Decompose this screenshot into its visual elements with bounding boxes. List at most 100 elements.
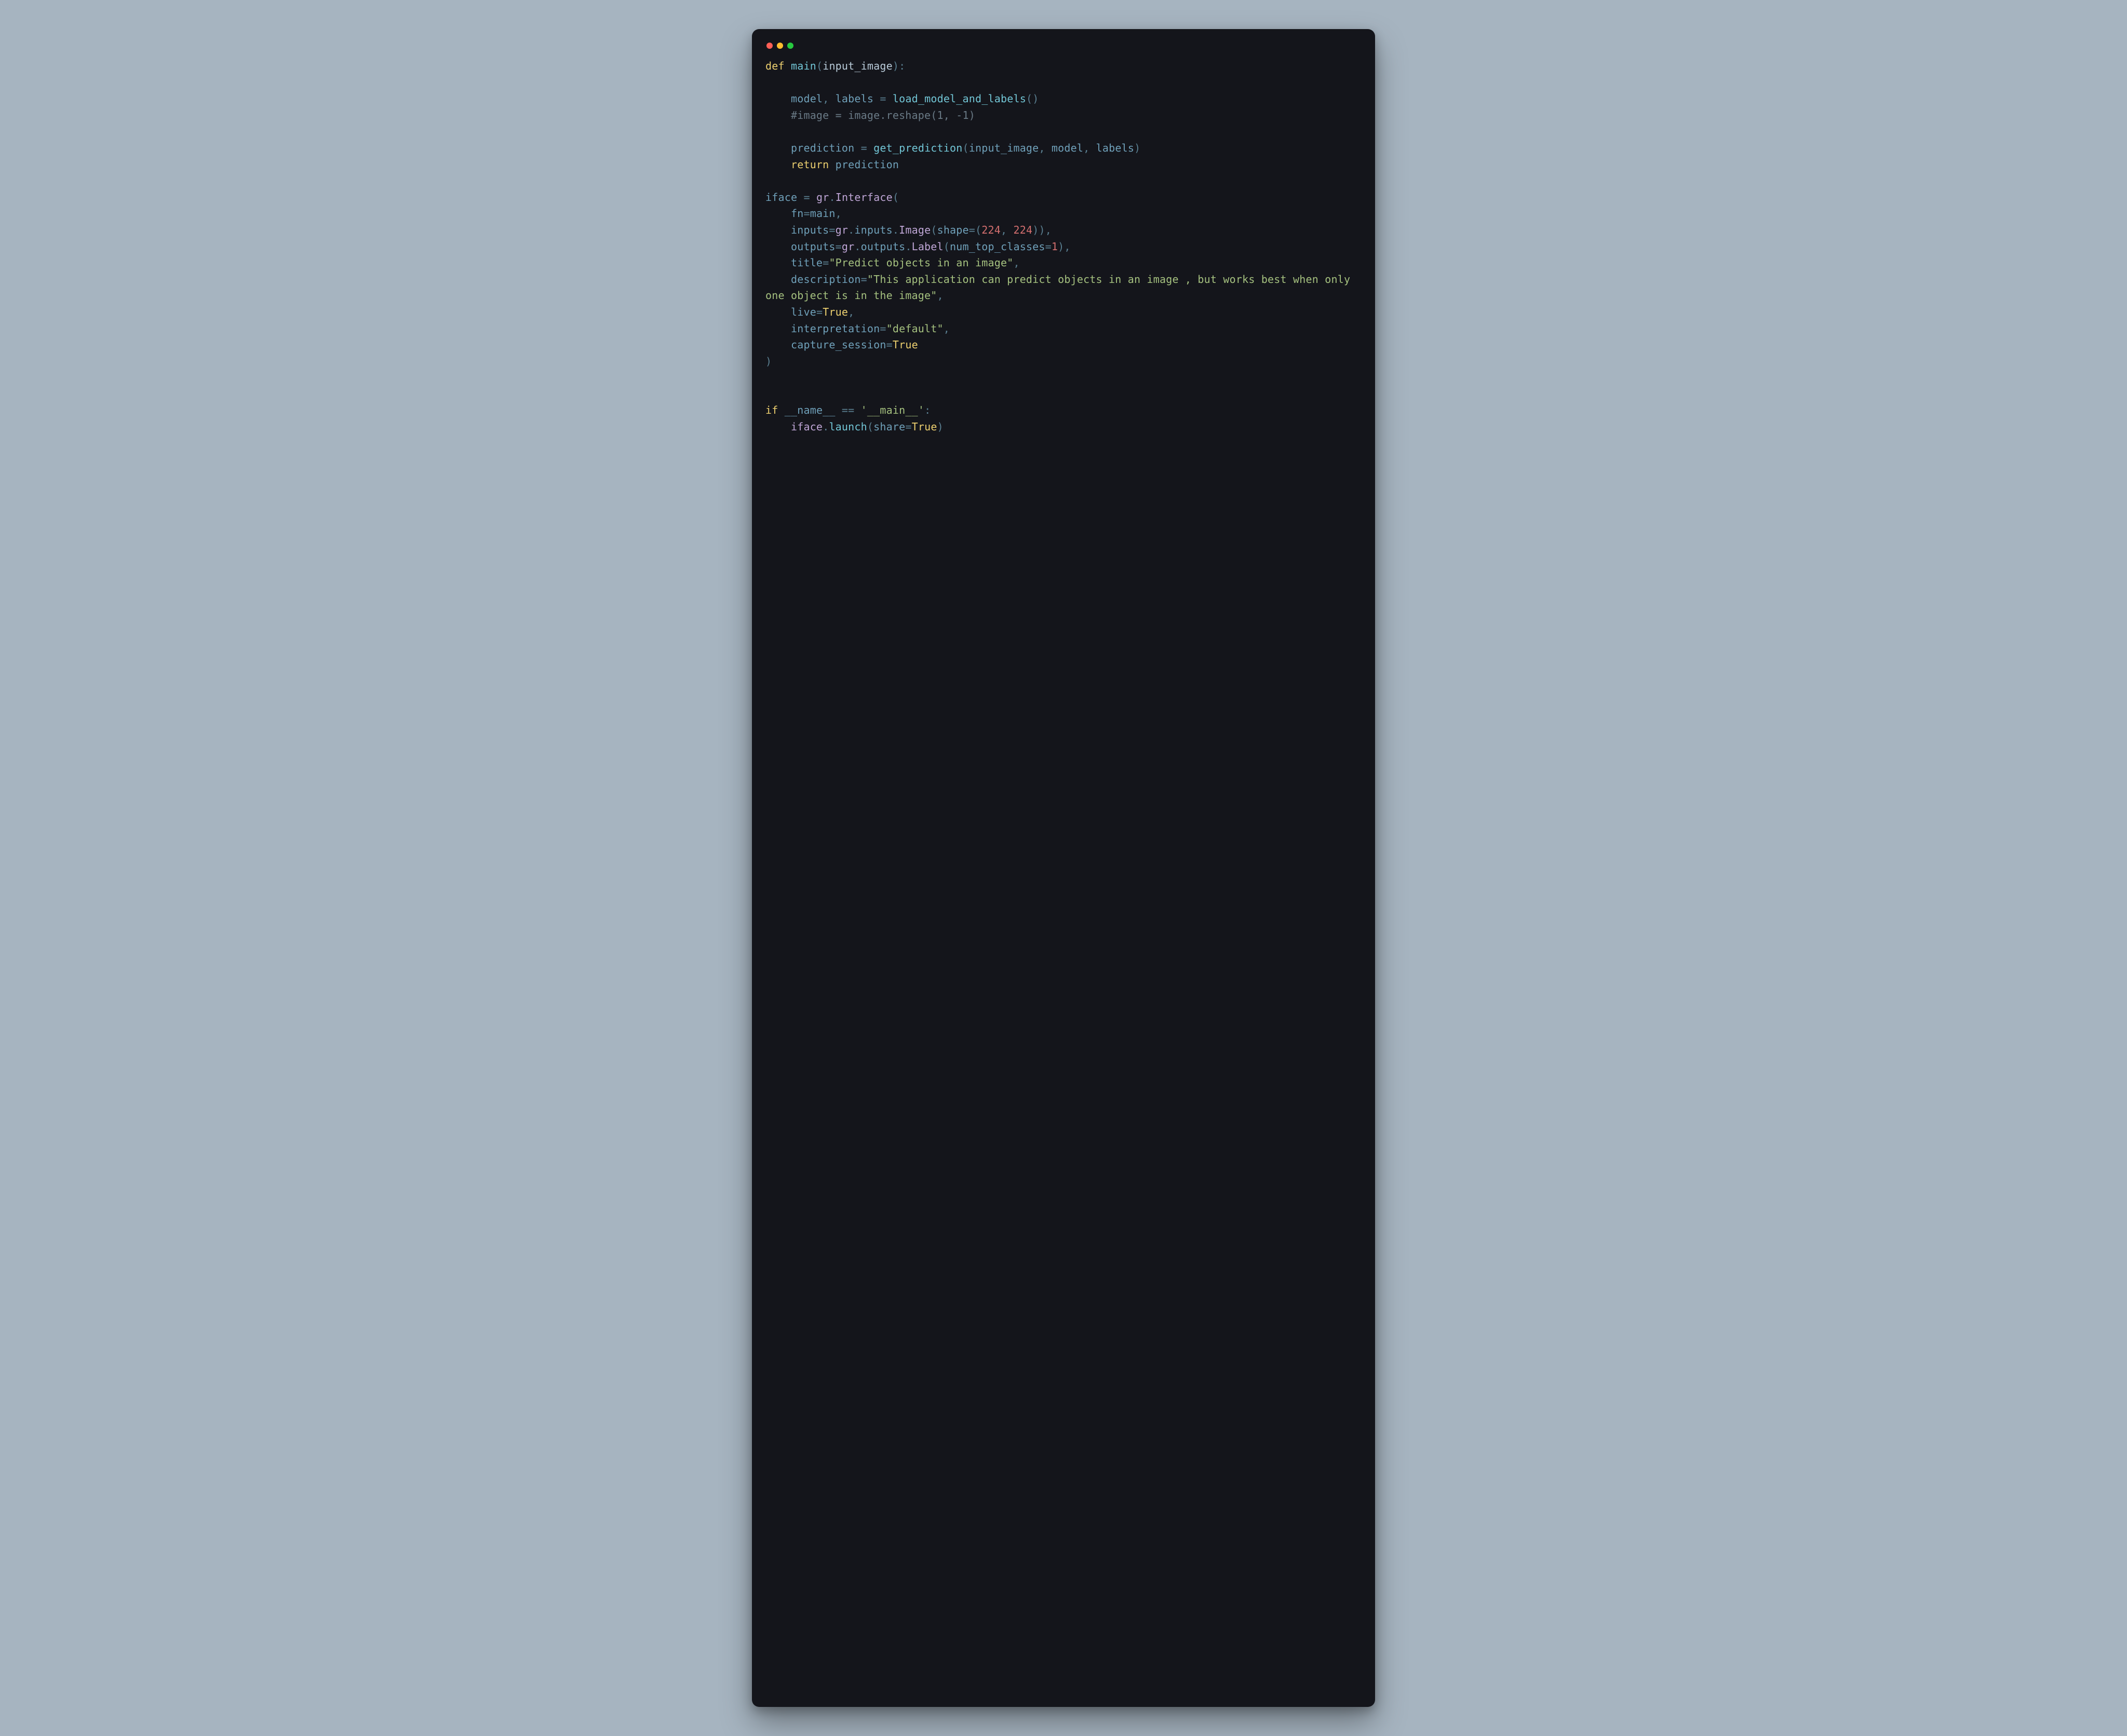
sym-dot: . xyxy=(829,191,835,204)
id-name: __name__ xyxy=(785,404,836,416)
sym-comma: , xyxy=(836,207,842,220)
sym-comma: , xyxy=(1083,142,1089,154)
sym-colon: : xyxy=(899,60,905,72)
cls-label: Label xyxy=(912,240,944,253)
arg-labels: labels xyxy=(1096,142,1134,154)
sym-close: ) xyxy=(765,355,772,368)
sym-comma: , xyxy=(848,306,854,318)
id-labels: labels xyxy=(836,92,873,105)
sym-dot: . xyxy=(823,421,829,433)
comment-reshape: #image = image.reshape(1, -1) xyxy=(791,109,975,121)
mod-gr-2: gr xyxy=(836,224,848,236)
code-block: def main(input_image): model, labels = l… xyxy=(765,58,1362,436)
code-window: def main(input_image): model, labels = l… xyxy=(752,29,1375,1707)
sym-eq: = xyxy=(803,207,810,220)
sym-close: ) xyxy=(937,421,944,433)
kw-description: description xyxy=(791,273,861,286)
num-224a: 224 xyxy=(981,224,1001,236)
sym-close: ) xyxy=(1032,92,1039,105)
sym-eq: = xyxy=(823,256,829,269)
sym-dot: . xyxy=(893,224,899,236)
sym-eq: = xyxy=(861,273,867,286)
sub-outputs: outputs xyxy=(861,240,906,253)
sym-comma: , xyxy=(1013,256,1019,269)
mod-gr: gr xyxy=(816,191,829,204)
bool-true-capture: True xyxy=(893,338,918,351)
fn-main: main xyxy=(791,60,816,72)
sym-open: ( xyxy=(944,240,950,253)
sym-dot: . xyxy=(905,240,911,253)
sym-comma: , xyxy=(823,92,829,105)
kw-inputs: inputs xyxy=(791,224,829,236)
sym-eq: = xyxy=(886,338,893,351)
kw-interpretation: interpretation xyxy=(791,322,880,335)
kw-ntc: num_top_classes xyxy=(950,240,1045,253)
sym-eq: = xyxy=(816,306,823,318)
sym-comma: , xyxy=(937,289,944,302)
param-input-image: input_image xyxy=(823,60,893,72)
kw-def: def xyxy=(765,60,785,72)
sym-close: ) xyxy=(1134,142,1140,154)
sym-close: ) xyxy=(1058,240,1064,253)
kw-capture-session: capture_session xyxy=(791,338,886,351)
kw-return: return xyxy=(791,158,829,171)
sym-eq: = xyxy=(1045,240,1052,253)
sym-open: ( xyxy=(1026,92,1032,105)
id-iface-call: iface xyxy=(791,421,823,433)
kw-share: share xyxy=(873,421,905,433)
sym-open: ( xyxy=(816,60,823,72)
str-main: '__main__' xyxy=(861,404,924,416)
sym-open: ( xyxy=(931,224,937,236)
fn-get-prediction: get_prediction xyxy=(873,142,962,154)
kw-outputs: outputs xyxy=(791,240,836,253)
traffic-minimize-icon[interactable] xyxy=(777,43,783,49)
fn-load: load_model_and_labels xyxy=(893,92,1026,105)
kw-live: live xyxy=(791,306,816,318)
sym-eq: = xyxy=(861,142,867,154)
sym-eq: = xyxy=(803,191,810,204)
sym-close: ) xyxy=(1039,224,1045,236)
sym-eq: = xyxy=(880,322,886,335)
sym-comma: , xyxy=(944,322,950,335)
arg-input-image: input_image xyxy=(969,142,1039,154)
sym-eqeq: == xyxy=(842,404,854,416)
mod-gr-3: gr xyxy=(842,240,854,253)
sub-inputs: inputs xyxy=(854,224,892,236)
traffic-close-icon[interactable] xyxy=(766,43,773,49)
sym-close: ) xyxy=(893,60,899,72)
sym-open: ( xyxy=(893,191,899,204)
num-224b: 224 xyxy=(1014,224,1033,236)
arg-main: main xyxy=(810,207,836,220)
traffic-zoom-icon[interactable] xyxy=(787,43,793,49)
bool-true-share: True xyxy=(912,421,937,433)
sym-open: ( xyxy=(963,142,969,154)
kw-shape: shape xyxy=(937,224,969,236)
sym-comma: , xyxy=(1001,224,1007,236)
sym-dot: . xyxy=(854,240,860,253)
sym-comma: , xyxy=(1064,240,1070,253)
arg-model: model xyxy=(1052,142,1083,154)
num-1: 1 xyxy=(1052,240,1058,253)
cls-interface: Interface xyxy=(836,191,893,204)
window-traffic-lights xyxy=(765,40,1362,58)
bool-true-live: True xyxy=(823,306,848,318)
sym-eq: = xyxy=(829,224,835,236)
sym-colon: : xyxy=(924,404,931,416)
str-title: "Predict objects in an image" xyxy=(829,256,1013,269)
kw-if: if xyxy=(765,404,778,416)
ret-prediction: prediction xyxy=(836,158,899,171)
id-iface: iface xyxy=(765,191,797,204)
str-default: "default" xyxy=(886,322,944,335)
kw-title: title xyxy=(791,256,823,269)
sym-comma: , xyxy=(1045,224,1052,236)
sym-eq: = xyxy=(836,240,842,253)
sym-eq: = xyxy=(969,224,975,236)
sym-eq: = xyxy=(905,421,911,433)
sym-comma: , xyxy=(1039,142,1045,154)
cls-image: Image xyxy=(899,224,931,236)
id-prediction: prediction xyxy=(791,142,854,154)
sym-open: ( xyxy=(867,421,873,433)
kw-fn: fn xyxy=(791,207,803,220)
sym-eq: = xyxy=(880,92,886,105)
id-model: model xyxy=(791,92,823,105)
